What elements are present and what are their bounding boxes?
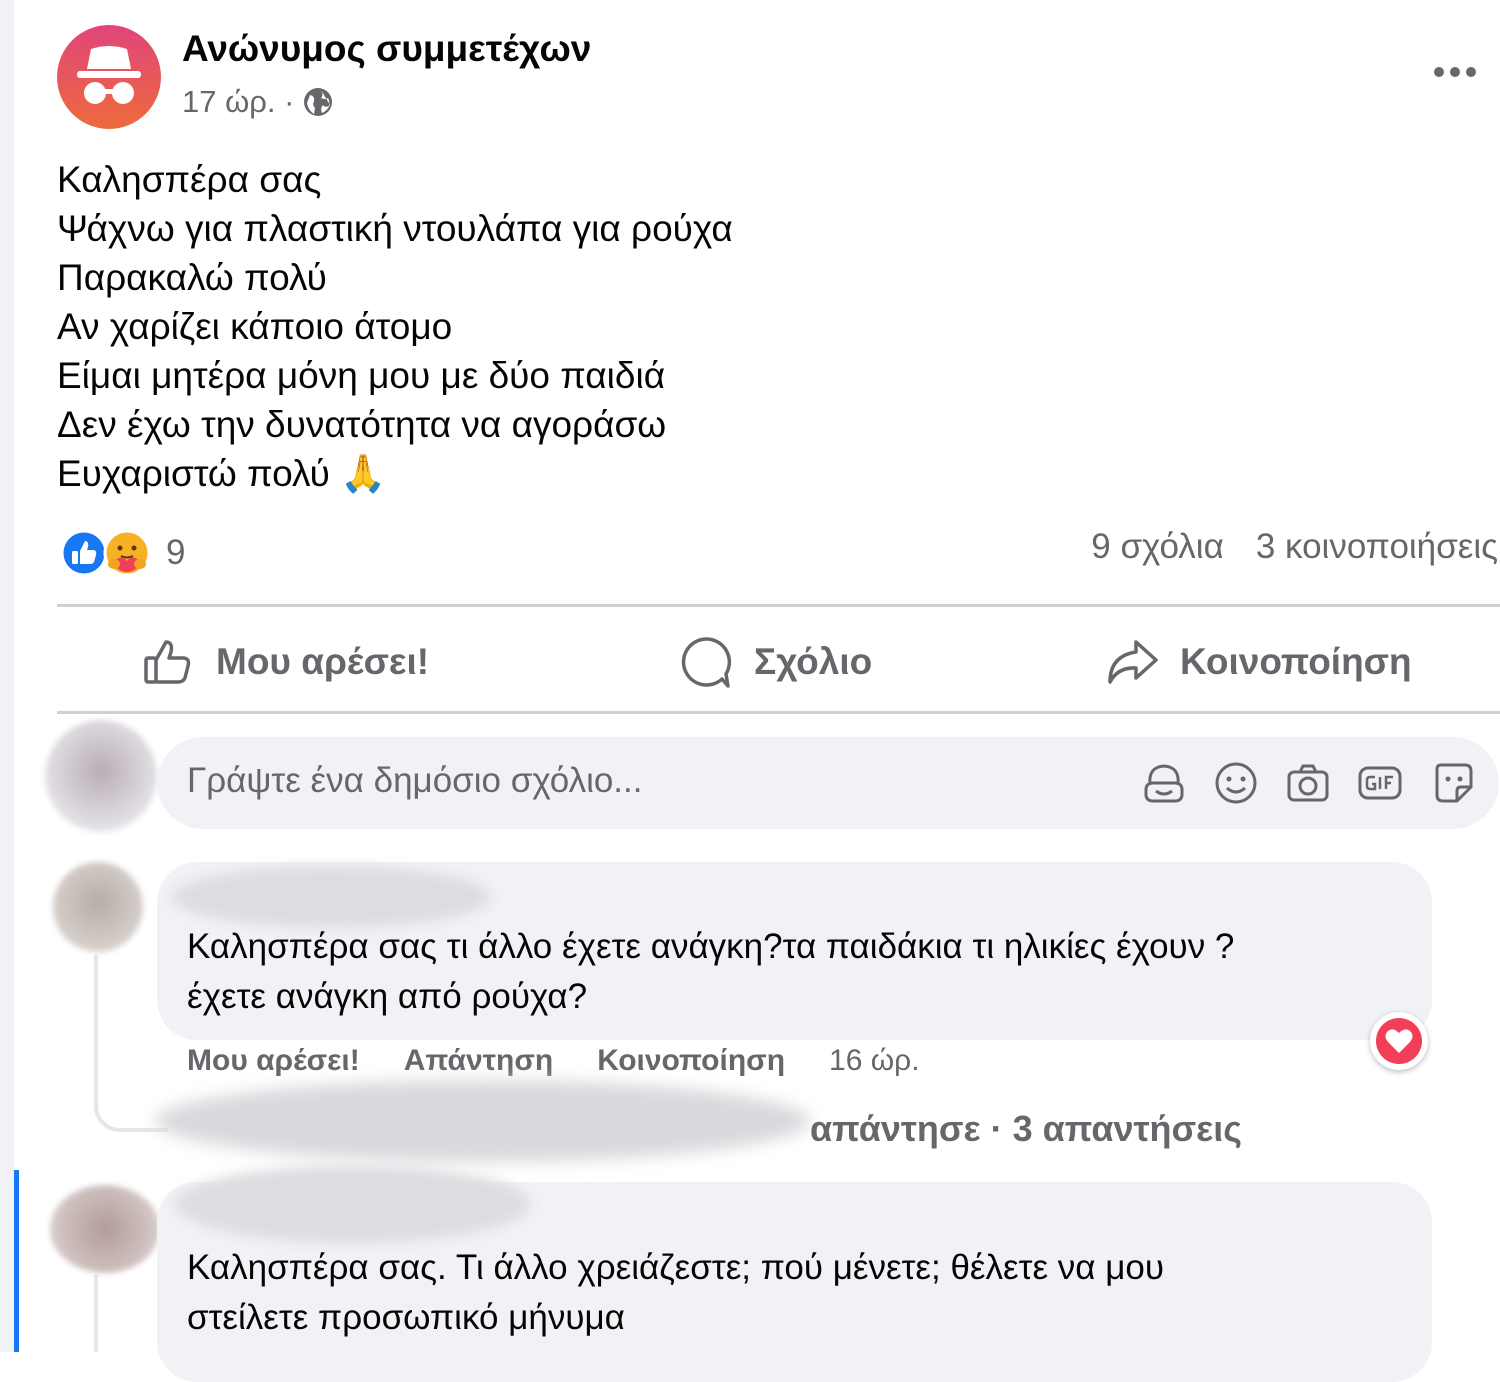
- commenter-avatar[interactable]: [53, 862, 143, 952]
- anonymous-avatar[interactable]: [57, 25, 161, 129]
- post-line: Δεν έχω την δυνατότητα να αγοράσω: [57, 404, 667, 445]
- commenter-name-redacted: [175, 1165, 530, 1243]
- comment-placeholder: Γράψτε ένα δημόσιο σχόλιο...: [187, 761, 643, 800]
- replies-author-redacted: [155, 1080, 810, 1162]
- share-button[interactable]: Κοινοποίηση: [1104, 630, 1412, 694]
- post-line: Ευχαριστώ πολύ 🙏: [57, 449, 733, 498]
- care-reaction-icon: [103, 529, 151, 577]
- comment-actions: Μου αρέσει! Απάντηση Κοινοποίηση 16 ώρ.: [187, 1044, 920, 1078]
- commenter-name-redacted: [172, 866, 490, 928]
- comment-time[interactable]: 16 ώρ.: [829, 1044, 920, 1078]
- comment-like-link[interactable]: Μου αρέσει!: [187, 1044, 360, 1078]
- comment-icon: [681, 637, 732, 688]
- like-button[interactable]: Μου αρέσει!: [140, 630, 429, 694]
- heart-icon: [1376, 1018, 1422, 1064]
- comment-reaction-badge[interactable]: [1370, 1012, 1428, 1070]
- commenter-avatar[interactable]: [50, 1185, 160, 1273]
- post-line-text: Ευχαριστώ πολύ: [57, 453, 330, 494]
- emoji-icon[interactable]: [1212, 759, 1260, 807]
- gif-icon[interactable]: [1356, 759, 1404, 807]
- page-edge: [0, 0, 14, 1352]
- comment-label: Σχόλιο: [754, 641, 873, 682]
- post-time[interactable]: 17 ώρ. ·: [182, 84, 294, 120]
- post-body: Καλησπέρα σας Ψάχνω για πλαστική ντουλάπ…: [57, 155, 733, 498]
- comment-line: στείλετε προσωπικό μήνυμα: [187, 1298, 625, 1337]
- globe-icon: [304, 88, 333, 116]
- divider: [57, 711, 1500, 714]
- avatar-sticker-icon[interactable]: [1140, 759, 1188, 807]
- incognito-icon: [77, 46, 141, 104]
- comment-line: Καλησπέρα σας. Τι άλλο χρειάζεστε; πού μ…: [187, 1248, 1165, 1287]
- engagement-counts: 9 σχόλια 3 κοινοποιήσεις: [1091, 527, 1498, 567]
- thumbs-up-icon: [144, 640, 191, 684]
- more-options-icon[interactable]: [1425, 58, 1485, 86]
- post-line: Παρακαλώ πολύ: [57, 257, 327, 298]
- comment-line: έχετε ανάγκη από ρούχα?: [187, 977, 588, 1016]
- post-line: Αν χαρίζει κάποιο άτομο: [57, 306, 453, 347]
- current-user-avatar[interactable]: [45, 720, 157, 832]
- reaction-count: 9: [166, 533, 186, 572]
- sticker-icon[interactable]: [1429, 759, 1477, 807]
- praying-hands-emoji: 🙏: [340, 453, 387, 494]
- share-label: Κοινοποίηση: [1180, 641, 1412, 682]
- comment-input[interactable]: Γράψτε ένα δημόσιο σχόλιο...: [157, 737, 1499, 829]
- post-line: Είμαι μητέρα μόνη μου με δύο παιδιά: [57, 355, 666, 396]
- comment-button[interactable]: Σχόλιο: [678, 630, 872, 694]
- post-line: Καλησπέρα σας: [57, 159, 322, 200]
- like-label: Μου αρέσει!: [216, 641, 430, 682]
- thread-accent-bar: [14, 1170, 19, 1352]
- like-reaction-icon: [60, 529, 108, 577]
- post-line: Ψάχνω για πλαστική ντουλάπα για ρούχα: [57, 208, 733, 249]
- thread-connector: [94, 1275, 98, 1352]
- comment-text: Καλησπέρα σας τι άλλο έχετε ανάγκη?τα πα…: [187, 922, 1234, 1022]
- share-icon: [1108, 640, 1158, 684]
- view-replies-link[interactable]: απάντησε · 3 απαντήσεις: [810, 1108, 1242, 1150]
- shares-count[interactable]: 3 κοινοποιήσεις: [1256, 527, 1498, 567]
- comment-share-link[interactable]: Κοινοποίηση: [597, 1044, 785, 1078]
- comment-line: Καλησπέρα σας τι άλλο έχετε ανάγκη?τα πα…: [187, 927, 1235, 966]
- post-author[interactable]: Ανώνυμος συμμετέχων: [182, 28, 591, 70]
- divider: [57, 604, 1500, 607]
- comment-text: Καλησπέρα σας. Τι άλλο χρειάζεστε; πού μ…: [187, 1243, 1164, 1343]
- comments-count[interactable]: 9 σχόλια: [1091, 527, 1224, 567]
- camera-icon[interactable]: [1284, 759, 1332, 807]
- comment-reply-link[interactable]: Απάντηση: [404, 1044, 554, 1078]
- reactions-summary[interactable]: 9: [60, 527, 185, 579]
- post-meta: 17 ώρ. ·: [182, 84, 334, 120]
